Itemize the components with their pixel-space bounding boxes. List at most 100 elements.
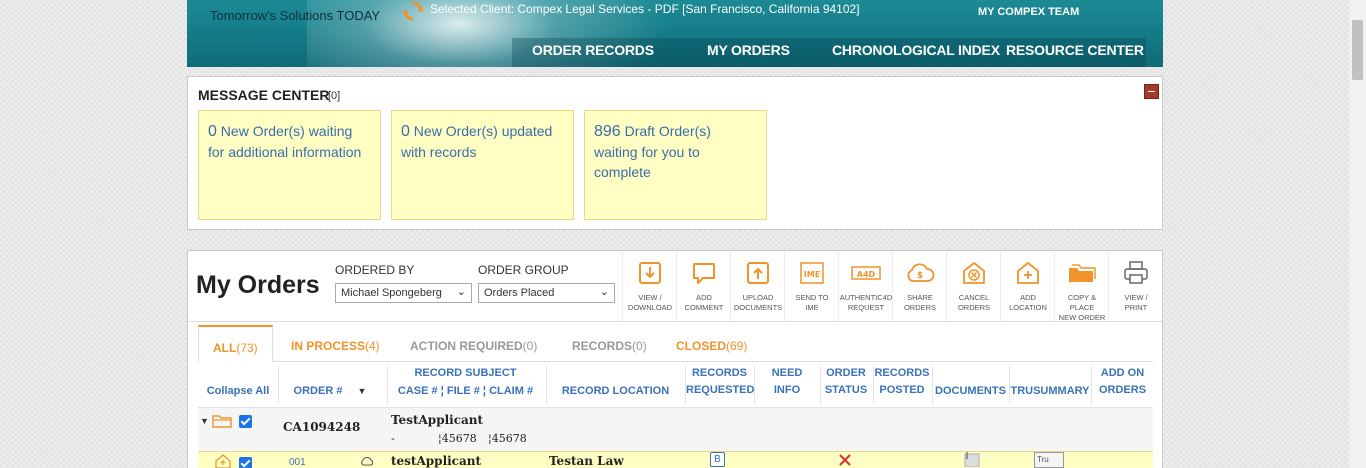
my-compex-team-link[interactable]: MY COMPEX TEAM [978,6,1079,18]
chevron-down-icon: ⌄ [599,286,609,298]
tab-action-required[interactable]: ACTION REQUIRED(0) [410,325,537,362]
table-row[interactable]: 001 testApplicant Testan Law B Tru [198,451,1153,468]
order-group-select[interactable]: Orders Placed ⌄ [478,283,615,303]
expand-caret-icon[interactable]: ▼ [200,416,209,426]
message-card-count: 0 [401,123,410,140]
tab-all[interactable]: ALL(73) [198,325,273,362]
nav-order-records[interactable]: ORDER RECORDS [532,42,654,58]
tool-label: SHARE ORDERS [903,293,937,312]
column-need-info: NEED INFO [771,367,803,396]
table-row[interactable]: ▼ CA1094248 TestApplicant - ¦45678 ¦4567… [198,407,1153,451]
page-title: My Orders [196,271,320,299]
column-file-no: FILE # [446,385,480,397]
refresh-client-icon[interactable] [402,0,424,22]
home-location-icon[interactable] [215,453,231,468]
tool-label: CANCEL ORDERS [957,293,991,312]
selected-client-label: Selected Client: Compex Legal Services -… [430,2,860,16]
authentic4d-request-button[interactable]: A4D AUTHENTIC4D REQUEST [838,251,892,321]
record-subject: testApplicant [391,454,482,468]
brand-tagline: Tomorrow's Solutions TODAY [210,8,381,23]
column-trusummary: TRUSUMMARY [1010,385,1090,397]
nav-resource-center[interactable]: RESOURCE CENTER [1006,42,1144,58]
tool-label: VIEW / DOWNLOAD [627,293,673,312]
chevron-down-icon: ⌄ [456,286,466,298]
column-record-location: RECORD LOCATION [561,385,670,397]
a4d-icon: A4D [851,266,881,280]
view-print-button[interactable]: VIEW / PRINT [1108,251,1162,321]
share-orders-button[interactable]: $ SHARE ORDERS [892,251,946,321]
order-group-value: Orders Placed [484,287,555,299]
tool-label: ADD LOCATION [1009,293,1047,312]
order-line-number[interactable]: 001 [289,457,306,468]
document-attachment-icon[interactable] [961,451,981,467]
ime-icon: IME [800,262,824,284]
message-card-draft-orders[interactable]: 896 Draft Order(s) waiting for you to co… [584,110,767,220]
status-failed-x-icon [839,454,851,466]
file-number: ¦45678 [438,432,477,445]
nav-chronological-index[interactable]: CHRONOLOGICAL INDEX [832,42,1000,58]
record-location: Testan Law [549,454,624,468]
collapse-all-link[interactable]: Collapse All [198,383,278,400]
send-to-ime-button[interactable]: IME SEND TO IME [784,251,838,321]
message-card-waiting-info[interactable]: 0 New Order(s) waiting for additional in… [198,110,381,220]
tab-in-process[interactable]: IN PROCESS(4) [291,325,380,362]
cancel-orders-button[interactable]: CANCEL ORDERS [946,251,1000,321]
tool-label: VIEW / PRINT [1124,293,1148,312]
tool-label: SEND TO IME [795,293,829,312]
row-checkbox[interactable] [239,415,252,428]
page-scrollbar[interactable] [1349,0,1366,468]
scrollbar-thumb[interactable] [1352,20,1363,80]
copy-place-new-order-button[interactable]: COPY & PLACE NEW ORDER [1054,251,1108,322]
tool-label: COPY & PLACE NEW ORDER [1058,293,1106,322]
record-subject: TestApplicant [391,413,484,427]
download-icon [639,262,661,284]
column-order-no[interactable]: ORDER # ▼ [280,383,380,400]
message-card-updated-records[interactable]: 0 New Order(s) updated with records [391,110,574,220]
column-records-requested: RECORDS REQUESTED [686,367,755,396]
ordered-by-select[interactable]: Michael Spongeberg ⌄ [335,283,472,303]
records-requested-badge[interactable]: B [710,452,725,467]
svg-text:IME: IME [804,270,820,279]
order-id[interactable]: CA1094248 [283,420,360,434]
tool-label: ADD COMMENT [684,293,724,312]
cloud-icon[interactable] [359,455,375,467]
copy-folder-icon [1069,264,1096,282]
message-center: MESSAGE CENTER [0] − 0 New Order(s) wait… [187,76,1163,230]
ordered-by-value: Michael Spongeberg [341,287,442,299]
row-checkbox[interactable] [239,457,252,468]
message-card-text: New Order(s) updated with records [401,123,553,160]
upload-documents-button[interactable]: UPLOAD DOCUMENTS [730,251,784,321]
collapse-message-center-button[interactable]: − [1144,84,1159,99]
order-group-label: ORDER GROUP [478,263,569,277]
case-number: - [391,432,395,445]
upload-icon [747,262,769,284]
add-location-icon [1017,262,1039,284]
svg-text:A4D: A4D [857,270,876,279]
message-center-count: [0] [328,90,341,102]
main-nav: ORDER RECORDS MY ORDERS CHRONOLOGICAL IN… [187,38,1163,67]
nav-my-orders[interactable]: MY ORDERS [707,42,790,58]
svg-text:$: $ [917,271,923,281]
tab-records[interactable]: RECORDS(0) [572,325,647,362]
claim-number: ¦45678 [488,432,527,445]
message-card-count: 0 [208,123,217,140]
column-divider [278,366,279,404]
column-divider [546,366,547,404]
order-tabs: ALL(73) IN PROCESS(4) ACTION REQUIRED(0)… [198,325,1153,362]
add-location-button[interactable]: ADD LOCATION [1000,251,1054,321]
tab-closed[interactable]: CLOSED(69) [676,325,747,362]
ordered-by-label: ORDERED BY [335,263,415,277]
trusummary-badge[interactable]: Tru [1034,452,1064,468]
share-cloud-icon: $ [907,263,935,282]
view-download-button[interactable]: VIEW / DOWNLOAD [622,251,676,321]
column-claim-no: CLAIM # [489,385,534,397]
column-case-file-claim: CASE # ¦ FILE # ¦ CLAIM # [397,385,534,397]
message-center-title: MESSAGE CENTER [198,87,330,103]
cancel-order-icon [963,262,985,284]
orders-table-header: Collapse All ORDER # ▼ RECORD SUBJECT CA… [198,362,1153,407]
add-comment-button[interactable]: ADD COMMENT [676,251,730,321]
print-icon [1124,261,1148,284]
message-card-count: 896 [594,123,621,140]
my-orders-panel: My Orders ORDERED BY Michael Spongeberg … [187,250,1163,468]
sort-down-icon[interactable]: ▼ [358,386,367,396]
